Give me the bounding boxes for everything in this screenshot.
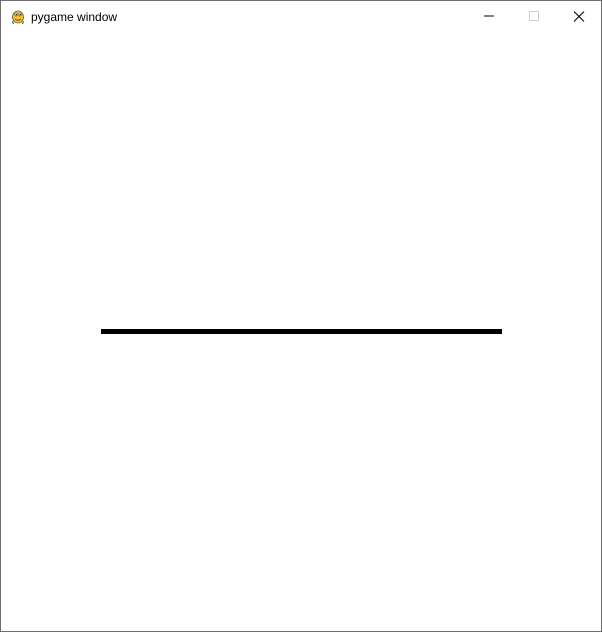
minimize-button[interactable] [465, 1, 511, 31]
window-title: pygame window [31, 10, 118, 24]
maximize-button[interactable] [510, 1, 556, 31]
pygame-snake-icon[interactable] [10, 8, 26, 25]
game-canvas[interactable] [1, 31, 601, 631]
title-bar[interactable]: pygame window [1, 1, 601, 31]
close-button[interactable] [555, 1, 601, 31]
maximize-icon [529, 11, 539, 21]
close-icon [573, 11, 585, 22]
minimize-icon [484, 15, 494, 17]
pygame-window: pygame window [0, 0, 602, 632]
horizontal-line [101, 329, 502, 334]
canvas-surface [101, 329, 502, 334]
